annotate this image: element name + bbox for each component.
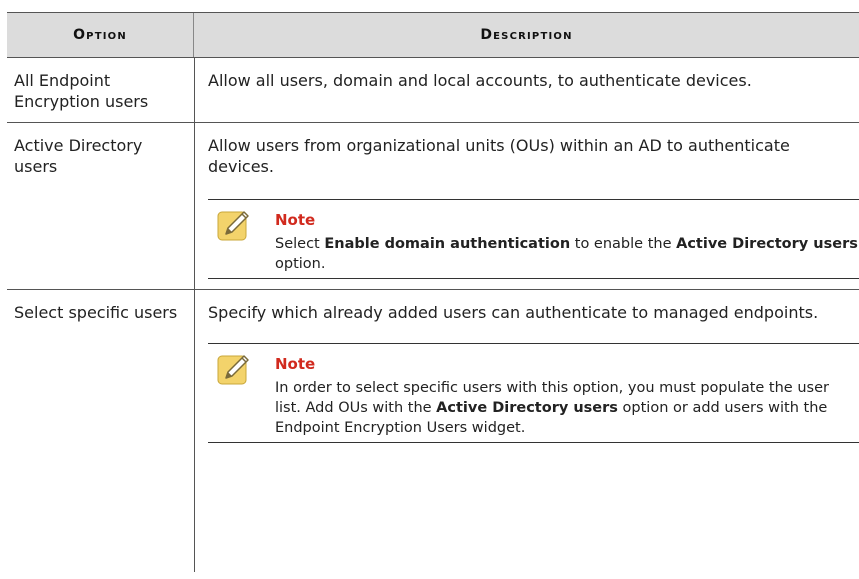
note-box: Note Select Enable domain authentication… — [208, 199, 859, 279]
note-title: Note — [275, 355, 316, 373]
option-cell: Select specific users — [7, 290, 195, 572]
description-cell: Allow users from organizational units (O… — [195, 123, 859, 289]
column-header-description-label: Description — [480, 27, 573, 43]
description-cell: Specify which already added users can au… — [195, 290, 859, 572]
column-header-description: Description — [194, 13, 859, 57]
table-row: Active Directory users Allow users from … — [7, 123, 859, 290]
note-pencil-icon — [217, 211, 249, 241]
note-body: Select Enable domain authentication to e… — [275, 236, 858, 272]
option-cell: Active Directory users — [7, 123, 195, 289]
description-text: Specify which already added users can au… — [208, 303, 819, 322]
note-title: Note — [275, 211, 316, 229]
options-table: Option Description All Endpoint Encrypti… — [7, 12, 859, 572]
table-header: Option Description — [7, 12, 859, 58]
note-body: In order to select specific users with t… — [275, 380, 829, 436]
column-header-option-label: Option — [73, 27, 127, 43]
table-row: All Endpoint Encryption users Allow all … — [7, 58, 859, 123]
table-row: Select specific users Specify which alre… — [7, 290, 859, 572]
column-header-option: Option — [7, 13, 194, 57]
note-box: Note In order to select specific users w… — [208, 343, 859, 443]
note-pencil-icon — [217, 355, 249, 385]
description-cell: Allow all users, domain and local accoun… — [208, 71, 752, 90]
option-cell: All Endpoint Encryption users — [7, 58, 195, 122]
description-text: Allow users from organizational units (O… — [208, 136, 790, 176]
